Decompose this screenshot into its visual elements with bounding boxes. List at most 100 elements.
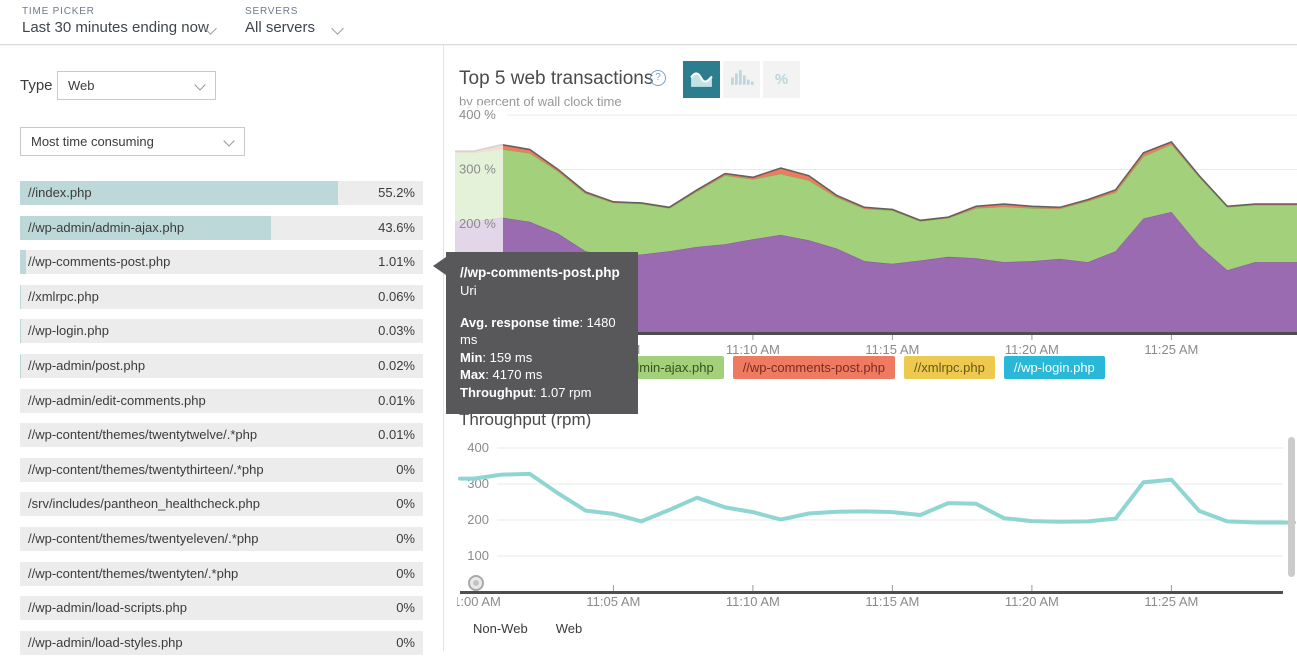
transaction-percent: 0% xyxy=(396,496,415,511)
time-picker-label: TIME PICKER xyxy=(22,6,232,17)
panel-divider xyxy=(443,45,444,651)
svg-text:11:20 AM: 11:20 AM xyxy=(1005,594,1059,609)
transaction-name: //index.php xyxy=(28,185,92,200)
svg-text:11:25 AM: 11:25 AM xyxy=(1144,594,1198,609)
transaction-name: //wp-content/themes/twentythirteen/.*php xyxy=(28,462,264,477)
transaction-percent: 0.03% xyxy=(378,323,415,338)
transaction-row[interactable]: //wp-admin/load-styles.php 0% xyxy=(20,631,423,655)
svg-text:11:10 AM: 11:10 AM xyxy=(726,594,780,609)
svg-text:11:15 AM: 11:15 AM xyxy=(865,342,919,355)
transaction-name: //xmlrpc.php xyxy=(28,289,99,304)
transaction-percent: 0.06% xyxy=(378,289,415,304)
transaction-name: //wp-admin/post.php xyxy=(28,358,145,373)
transaction-percent: 43.6% xyxy=(378,220,415,235)
percent-chart-button[interactable]: % xyxy=(763,61,800,98)
chart-tooltip: //wp-comments-post.php Uri Avg. response… xyxy=(446,252,638,414)
transaction-row[interactable]: //wp-admin/load-scripts.php 0% xyxy=(20,596,423,620)
transaction-row[interactable]: //index.php 55.2% xyxy=(20,181,423,205)
scrollbar-thumb[interactable] xyxy=(1288,437,1295,577)
type-label: Type xyxy=(20,77,53,94)
help-icon[interactable]: ? xyxy=(650,70,666,86)
percent-icon: % xyxy=(775,71,788,88)
throughput-legend: Non-Web Web xyxy=(473,621,582,636)
transaction-row[interactable]: //wp-content/themes/twentyeleven/.*php 0% xyxy=(20,527,423,551)
sort-select-value: Most time consuming xyxy=(31,134,154,149)
tooltip-metric: Avg. response time: 1480 ms xyxy=(460,314,624,349)
chart-title: Top 5 web transactions xyxy=(459,68,653,90)
throughput-chart[interactable]: 40030020010011:00 AM11:05 AM11:10 AM11:1… xyxy=(457,430,1297,620)
transaction-row[interactable]: //wp-admin/edit-comments.php 0.01% xyxy=(20,389,423,413)
transaction-percent: 0% xyxy=(396,462,415,477)
transaction-name: //wp-admin/admin-ajax.php xyxy=(28,220,184,235)
transaction-percent: 0% xyxy=(396,566,415,581)
transaction-name: //wp-comments-post.php xyxy=(28,254,170,269)
transaction-percent: 0% xyxy=(396,531,415,546)
transaction-name: /srv/includes/pantheon_healthcheck.php xyxy=(28,496,260,511)
slider-handle[interactable] xyxy=(469,576,483,590)
transaction-name: //wp-content/themes/twentytwelve/.*php xyxy=(28,427,257,442)
tooltip-subtitle: Uri xyxy=(460,282,624,300)
area-chart-button[interactable] xyxy=(683,61,720,98)
transaction-row[interactable]: //wp-comments-post.php 1.01% xyxy=(20,250,423,274)
svg-text:11:15 AM: 11:15 AM xyxy=(865,594,919,609)
servers-picker-label: SERVERS xyxy=(245,6,355,17)
transaction-row[interactable]: //wp-content/themes/twentythirteen/.*php… xyxy=(20,458,423,482)
legend-item[interactable]: //xmlrpc.php xyxy=(904,356,995,379)
legend-item[interactable]: //wp-comments-post.php xyxy=(733,356,895,379)
transaction-row[interactable]: //wp-content/themes/twentyten/.*php 0% xyxy=(20,562,423,586)
svg-text:11:25 AM: 11:25 AM xyxy=(1144,342,1198,355)
transaction-name: //wp-content/themes/twentyten/.*php xyxy=(28,566,238,581)
svg-text:400: 400 xyxy=(467,440,489,455)
chevron-down-icon xyxy=(194,79,205,90)
transaction-row[interactable]: //wp-admin/admin-ajax.php 43.6% xyxy=(20,216,423,240)
transaction-percent: 0.02% xyxy=(378,358,415,373)
transaction-percent: 1.01% xyxy=(378,254,415,269)
chevron-down-icon xyxy=(223,135,234,146)
transaction-percent: 0.01% xyxy=(378,393,415,408)
transaction-row[interactable]: /srv/includes/pantheon_healthcheck.php 0% xyxy=(20,492,423,516)
time-picker-value: Last 30 minutes ending now xyxy=(22,19,232,36)
transaction-name: //wp-login.php xyxy=(28,323,109,338)
svg-text:11:00 AM: 11:00 AM xyxy=(457,594,501,609)
svg-text:11:05 AM: 11:05 AM xyxy=(586,594,640,609)
tooltip-metric: Min: 159 ms xyxy=(460,349,624,367)
transaction-percent: 0.01% xyxy=(378,427,415,442)
svg-text:11:20 AM: 11:20 AM xyxy=(1005,342,1059,355)
transaction-name: //wp-admin/load-styles.php xyxy=(28,635,183,650)
transaction-name: //wp-content/themes/twentyeleven/.*php xyxy=(28,531,259,546)
legend-item-web[interactable]: Web xyxy=(556,621,583,636)
transaction-bar xyxy=(20,250,26,274)
transaction-row[interactable]: //xmlrpc.php 0.06% xyxy=(20,285,423,309)
transaction-row[interactable]: //wp-admin/post.php 0.02% xyxy=(20,354,423,378)
svg-text:200: 200 xyxy=(467,512,489,527)
area-chart-icon xyxy=(689,66,714,94)
transaction-row[interactable]: //wp-content/themes/twentytwelve/.*php 0.… xyxy=(20,423,423,447)
transaction-list: //index.php 55.2% //wp-admin/admin-ajax.ph… xyxy=(20,181,423,665)
transaction-percent: 0% xyxy=(396,600,415,615)
sort-select[interactable]: Most time consuming xyxy=(20,127,245,156)
type-select[interactable]: Web xyxy=(57,71,216,100)
tooltip-metric: Throughput: 1.07 rpm xyxy=(460,384,624,402)
bar-chart-button[interactable] xyxy=(723,61,760,98)
time-picker[interactable]: TIME PICKER Last 30 minutes ending now xyxy=(22,6,232,36)
transaction-name: //wp-admin/edit-comments.php xyxy=(28,393,206,408)
svg-text:200 %: 200 % xyxy=(459,216,496,231)
tooltip-metric: Max: 4170 ms xyxy=(460,366,624,384)
transaction-percent: 0% xyxy=(396,635,415,650)
transaction-percent: 55.2% xyxy=(378,185,415,200)
bar-chart-icon xyxy=(729,66,754,94)
type-select-value: Web xyxy=(68,78,95,93)
legend-item[interactable]: //wp-login.php xyxy=(1004,356,1105,379)
transaction-row[interactable]: //wp-login.php 0.03% xyxy=(20,319,423,343)
top-bar: TIME PICKER Last 30 minutes ending now S… xyxy=(0,0,1297,45)
svg-text:11:10 AM: 11:10 AM xyxy=(726,342,780,355)
svg-text:300 %: 300 % xyxy=(459,162,496,177)
servers-picker[interactable]: SERVERS All servers xyxy=(245,6,355,36)
legend-item-non-web[interactable]: Non-Web xyxy=(473,621,528,636)
svg-text:400 %: 400 % xyxy=(459,107,496,122)
tooltip-title: //wp-comments-post.php xyxy=(460,264,620,282)
transaction-name: //wp-admin/load-scripts.php xyxy=(28,600,187,615)
chart-type-toggle: % xyxy=(683,61,800,98)
tooltip-metrics: Avg. response time: 1480 msMin: 159 msMa… xyxy=(460,314,624,402)
svg-text:100: 100 xyxy=(467,548,489,563)
